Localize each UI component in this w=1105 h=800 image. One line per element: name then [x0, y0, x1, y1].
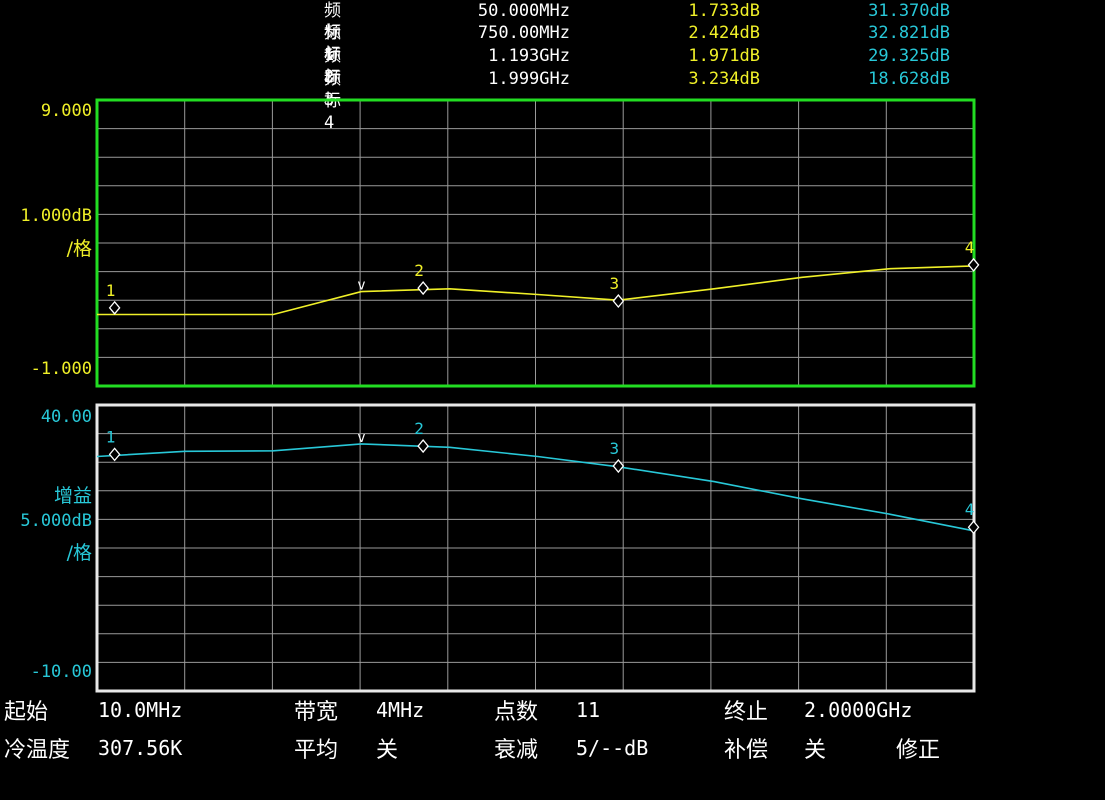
- stop-label: 终止: [724, 700, 769, 725]
- chart-area: 1 2 3 4 v 1 2 3 4 v: [95, 98, 980, 693]
- marker-diamond: [967, 257, 980, 272]
- marker-label: 4: [965, 238, 975, 257]
- marker-label: 1: [106, 281, 116, 300]
- marker-diamond: [417, 439, 429, 454]
- marker-diamond: [417, 281, 429, 296]
- average-value: 关: [376, 738, 399, 763]
- marker-label: 3: [610, 439, 620, 458]
- marker-diamond: [108, 447, 121, 462]
- marker-label: 2: [414, 261, 424, 280]
- attenuation-value: 5/--dB: [576, 736, 649, 760]
- bandwidth-label: 带宽: [294, 700, 339, 725]
- correction-label: 修正: [896, 738, 941, 763]
- cold-temp-label: 冷温度: [4, 738, 71, 763]
- points-value: 11: [576, 698, 601, 722]
- panel1-chart: 1 2 3 4 v: [95, 98, 980, 388]
- panel2-chart: 1 2 3 4 v: [95, 403, 980, 693]
- marker-label: 1: [106, 427, 116, 446]
- marker-label: 3: [610, 274, 620, 293]
- marker-label: 2: [414, 419, 424, 438]
- attenuation-label: 衰减: [494, 738, 539, 763]
- marker-diamond: [967, 520, 980, 535]
- marker-diamond: [612, 294, 625, 309]
- compensation-value: 关: [804, 738, 827, 763]
- marker-diamond: [108, 300, 121, 315]
- compensation-label: 补偿: [724, 738, 769, 763]
- reference-marker: v: [357, 430, 365, 446]
- start-label: 起始: [4, 700, 49, 725]
- points-label: 点数: [494, 700, 539, 725]
- marker-label: 4: [965, 500, 975, 519]
- cold-temp-value: 307.56K: [98, 736, 183, 760]
- bandwidth-value: 4MHz: [376, 698, 425, 722]
- stop-value: 2.0000GHz: [804, 698, 913, 722]
- reference-marker: v: [357, 278, 365, 294]
- start-value: 10.0MHz: [98, 698, 183, 722]
- average-label: 平均: [294, 738, 339, 763]
